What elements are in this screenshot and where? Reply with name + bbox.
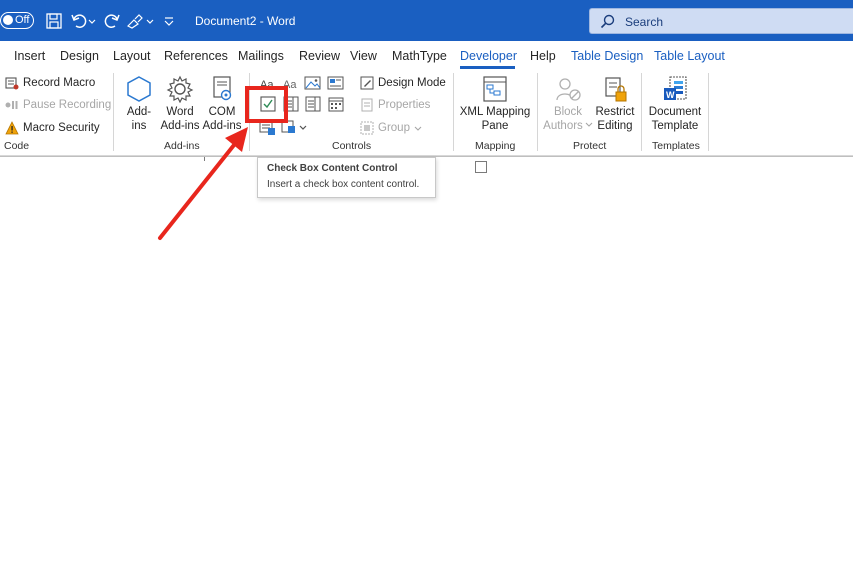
toggle-knob <box>3 15 13 25</box>
add-ins-icon <box>127 76 151 102</box>
tab-layout[interactable]: Layout <box>113 49 151 63</box>
properties-label: Properties <box>378 99 431 111</box>
xml-mapping-icon <box>483 76 507 102</box>
record-macro-label: Record Macro <box>23 77 96 89</box>
block-authors-label-line1: Block <box>553 106 583 118</box>
group-button[interactable]: Group <box>360 119 427 137</box>
title-bar: Off Document2 - Word Search <box>0 0 853 41</box>
autosave-toggle[interactable]: Off <box>0 12 34 29</box>
save-icon[interactable] <box>45 12 63 30</box>
tab-view[interactable]: View <box>350 49 377 63</box>
undo-icon[interactable] <box>70 12 88 30</box>
group-separator <box>708 73 709 151</box>
document-check-box[interactable] <box>475 161 487 173</box>
group-separator <box>453 73 454 151</box>
restrict-editing-label-line1: Restrict <box>595 106 635 118</box>
picture-control-icon[interactable] <box>304 75 322 91</box>
gear-icon <box>166 75 194 103</box>
date-picker-control-icon[interactable] <box>327 96 345 112</box>
redo-icon[interactable] <box>103 12 121 30</box>
group-label-mapping: Mapping <box>475 140 516 152</box>
properties-button[interactable]: Properties <box>360 96 430 114</box>
ribbon-tabs: Insert Design Layout References Mailings… <box>0 41 853 69</box>
group-icon <box>360 121 374 135</box>
search-label: Search <box>625 15 664 29</box>
ribbon: Record Macro Pause Recording Macro Secur… <box>0 69 853 156</box>
warning-icon <box>5 121 19 135</box>
design-mode-button[interactable]: Design Mode <box>360 74 446 92</box>
tab-table-layout[interactable]: Table Layout <box>654 49 725 63</box>
tab-references[interactable]: References <box>164 49 228 63</box>
tooltip: Check Box Content Control Insert a check… <box>257 157 436 198</box>
tooltip-description: Insert a check box content control. <box>267 179 420 190</box>
autosave-label: Off <box>15 14 30 26</box>
tab-mathtype[interactable]: MathType <box>392 49 447 63</box>
design-mode-label: Design Mode <box>378 77 446 89</box>
group-label-controls: Controls <box>332 140 372 152</box>
macro-security-button[interactable]: Macro Security <box>5 119 100 137</box>
svg-text:W: W <box>666 90 675 100</box>
com-add-ins-icon <box>213 76 232 101</box>
tab-design[interactable]: Design <box>60 49 99 63</box>
group-separator <box>537 73 538 151</box>
customize-qat-icon[interactable] <box>163 12 175 30</box>
block-authors-icon <box>556 78 581 101</box>
pause-recording-icon <box>5 101 18 109</box>
group-label-code: Code <box>4 140 30 152</box>
format-painter-icon[interactable] <box>126 12 144 30</box>
search-input[interactable]: Search <box>589 8 853 34</box>
tab-developer[interactable]: Developer <box>460 49 517 63</box>
record-macro-button[interactable]: Record Macro <box>5 74 95 92</box>
xml-mapping-pane-button[interactable]: XML Mapping Pane <box>458 75 532 133</box>
search-icon <box>600 14 615 29</box>
properties-icon <box>361 98 373 112</box>
group-label-protect: Protect <box>573 140 607 152</box>
tooltip-title: Check Box Content Control <box>267 163 398 174</box>
chevron-down-icon <box>414 126 422 131</box>
block-authors-button[interactable]: Block Authors <box>543 75 593 133</box>
document-template-button[interactable]: W Document Template <box>646 75 704 133</box>
group-separator <box>641 73 642 151</box>
chevron-down-icon <box>585 122 593 127</box>
tab-review[interactable]: Review <box>299 49 340 63</box>
restrict-editing-label-line2: Editing <box>597 120 633 132</box>
design-mode-icon <box>360 76 374 90</box>
word-document-icon: W <box>664 76 687 100</box>
building-block-control-icon[interactable] <box>327 75 345 91</box>
qa-dropdown-icon[interactable] <box>146 12 154 30</box>
lock-icon <box>605 77 627 102</box>
pause-recording-button[interactable]: Pause Recording <box>5 96 111 114</box>
pause-recording-label: Pause Recording <box>23 99 112 111</box>
document-template-label-line2: Template <box>651 120 699 132</box>
document-title: Document2 - Word <box>195 14 296 28</box>
tab-insert[interactable]: Insert <box>14 49 45 63</box>
group-label-templates: Templates <box>652 140 700 152</box>
tab-table-design[interactable]: Table Design <box>571 49 643 63</box>
group-label: Group <box>378 122 410 134</box>
block-authors-label-line2: Authors <box>543 119 593 133</box>
macro-security-label: Macro Security <box>23 122 100 134</box>
undo-dropdown-icon[interactable] <box>88 12 96 30</box>
drop-down-list-control-icon[interactable] <box>304 96 322 112</box>
record-macro-icon <box>5 77 19 90</box>
group-separator <box>113 73 114 151</box>
document-template-label-line1: Document <box>648 106 702 118</box>
tab-mailings[interactable]: Mailings <box>238 49 284 63</box>
xml-mapping-label-line1: XML Mapping <box>459 106 531 118</box>
restrict-editing-button[interactable]: Restrict Editing <box>594 75 636 133</box>
tab-help[interactable]: Help <box>530 49 556 63</box>
xml-mapping-label-line2: Pane <box>481 120 509 132</box>
annotation-arrow-icon <box>158 127 248 240</box>
